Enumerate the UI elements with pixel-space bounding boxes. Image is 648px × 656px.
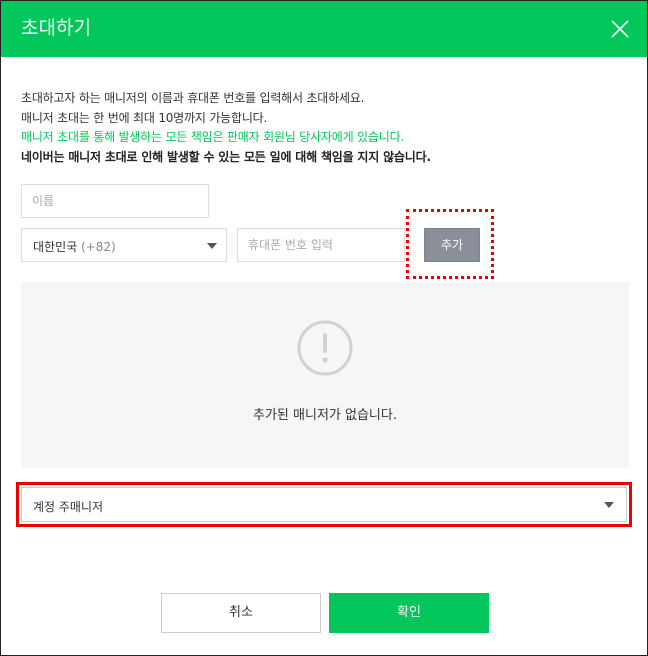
close-icon[interactable] <box>609 18 631 40</box>
dialog-header: 초대하기 <box>1 1 647 57</box>
invite-dialog: 초대하기 초대하고자 하는 매니저의 이름과 휴대폰 번호를 입력해서 초대하세… <box>0 0 648 656</box>
empty-state: 추가된 매니저가 없습니다. <box>21 282 629 468</box>
description-line-2: 매니저 초대는 한 번에 최대 10명까지 가능합니다. <box>21 110 268 125</box>
country-label: 대한민국 <box>33 240 78 254</box>
name-input[interactable] <box>21 184 209 218</box>
chevron-down-icon <box>207 243 217 249</box>
empty-message: 추가된 매니저가 없습니다. <box>253 408 397 423</box>
description-line-1: 초대하고자 하는 매니저의 이름과 휴대폰 번호를 입력해서 초대하세요. <box>21 91 365 105</box>
exclamation-circle-icon <box>297 320 353 376</box>
role-select[interactable]: 계정 주매니저 <box>21 487 627 522</box>
confirm-button[interactable]: 확인 <box>329 593 489 633</box>
invite-description: 초대하고자 하는 매니저의 이름과 휴대폰 번호를 입력해서 초대하세요. 매니… <box>21 89 431 167</box>
cancel-button[interactable]: 취소 <box>161 593 321 633</box>
description-line-4: 네이버는 매니저 초대로 인해 발생할 수 있는 모든 일에 대해 책임을 지지… <box>21 149 431 164</box>
phone-input[interactable] <box>237 228 405 262</box>
country-code: (+82) <box>81 240 116 254</box>
add-button[interactable]: 추가 <box>424 228 480 262</box>
description-line-3: 매니저 초대를 통해 발생하는 모든 책임은 판매자 회원님 당사자에게 있습니… <box>21 130 405 144</box>
dialog-title: 초대하기 <box>21 17 91 39</box>
chevron-down-icon <box>604 502 614 508</box>
role-select-value: 계정 주매니저 <box>33 500 104 514</box>
country-select[interactable]: 대한민국 (+82) <box>21 228 227 262</box>
